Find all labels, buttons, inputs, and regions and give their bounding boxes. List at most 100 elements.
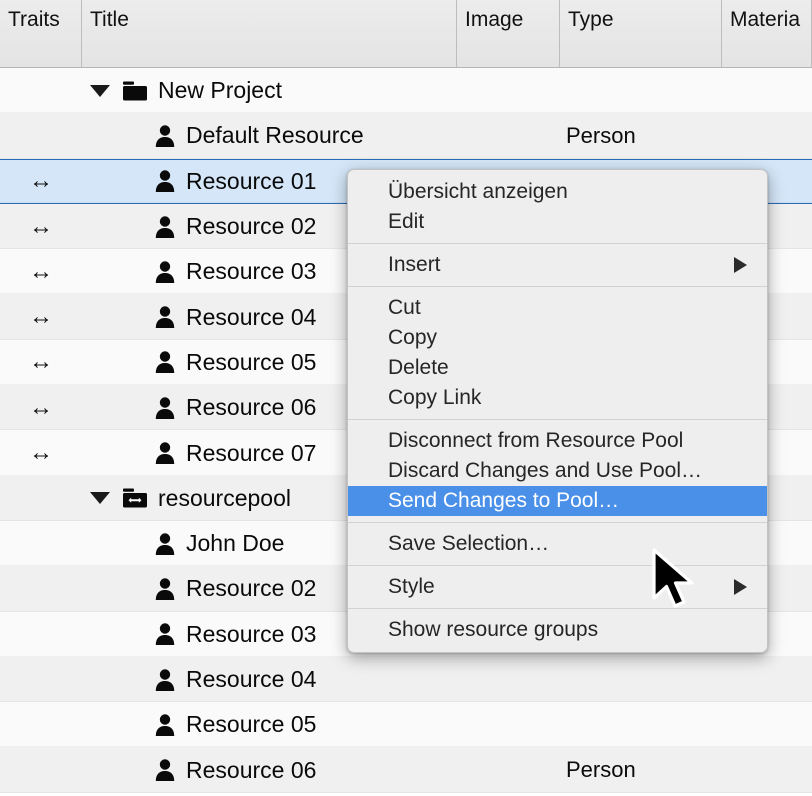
person-icon	[154, 577, 176, 601]
cell-title[interactable]: Resource 06	[82, 747, 529, 792]
horizontal-arrows-icon: ↔	[29, 303, 53, 331]
person-icon	[154, 124, 176, 148]
menu-item[interactable]: Copy	[348, 323, 767, 353]
person-icon	[154, 350, 176, 374]
row-title-label: Resource 07	[186, 439, 317, 466]
column-header-title[interactable]: Title	[82, 0, 457, 67]
menu-item[interactable]: Cut	[348, 293, 767, 323]
column-header-material[interactable]: Materia	[722, 0, 812, 67]
person-icon	[154, 441, 176, 465]
cell-traits	[0, 566, 82, 611]
context-menu[interactable]: Übersicht anzeigen Edit Insert Cut Copy Delet…	[347, 169, 768, 653]
row-title-label: Resource 05	[186, 711, 317, 738]
submenu-chevron-right-icon	[734, 257, 747, 273]
menu-item-label: Save Selection…	[388, 532, 550, 555]
horizontal-arrows-icon: ↔	[29, 393, 53, 421]
menu-item-label: Copy	[388, 326, 438, 349]
cell-traits: ↔	[0, 430, 82, 475]
cell-traits: ↔	[0, 160, 82, 203]
table-row[interactable]: Default Resource Person	[0, 113, 812, 159]
menu-item-label: Edit	[388, 210, 425, 233]
menu-item[interactable]: Save Selection…	[348, 529, 767, 559]
cell-traits	[0, 68, 82, 113]
cell-traits	[0, 476, 82, 521]
cell-type	[560, 702, 722, 747]
cell-title[interactable]: Resource 05	[82, 702, 529, 747]
disclosure-triangle-icon[interactable]	[90, 84, 110, 97]
cell-traits: ↔	[0, 385, 82, 430]
person-icon	[154, 532, 176, 556]
row-title-label: Resource 04	[186, 303, 317, 330]
menu-item[interactable]: Copy Link	[348, 383, 767, 413]
row-title-label: Resource 05	[186, 348, 317, 375]
menu-item[interactable]: Discard Changes and Use Pool…	[348, 456, 767, 486]
row-title-label: Resource 02	[186, 575, 317, 602]
row-title-label: Resource 03	[186, 258, 317, 285]
menu-item[interactable]: Edit	[348, 207, 767, 237]
column-header-traits[interactable]: Traits	[0, 0, 82, 67]
menu-item-label: Style	[388, 575, 435, 598]
horizontal-arrows-icon: ↔	[29, 257, 53, 285]
folder-icon	[122, 79, 148, 103]
menu-item-label: Show resource groups	[388, 618, 599, 641]
person-icon	[154, 758, 176, 782]
menu-item-label: Insert	[388, 253, 441, 276]
table-row[interactable]: New Project	[0, 68, 812, 114]
row-title-label: Resource 02	[186, 213, 317, 240]
row-title-label: Resource 01	[186, 167, 317, 194]
menu-item-label: Übersicht anzeigen	[388, 180, 568, 203]
cell-type	[560, 657, 722, 702]
table-row[interactable]: Resource 04	[0, 656, 812, 703]
horizontal-arrows-icon: ↔	[29, 167, 53, 195]
cell-title[interactable]: Resource 04	[82, 657, 529, 702]
row-divider	[0, 791, 812, 793]
person-icon	[154, 396, 176, 420]
menu-item-label: Copy Link	[388, 386, 482, 409]
cell-traits: ↔	[0, 204, 82, 249]
cell-title[interactable]: New Project	[82, 68, 465, 113]
cell-traits	[0, 612, 82, 657]
menu-item[interactable]: Übersicht anzeigen	[348, 177, 767, 207]
menu-item[interactable]: Disconnect from Resource Pool	[348, 426, 767, 456]
cell-traits	[0, 521, 82, 566]
row-title-label: Default Resource	[186, 122, 364, 149]
table-row[interactable]: Resource 05	[0, 702, 812, 748]
menu-item[interactable]: Insert	[348, 250, 767, 280]
column-header-type[interactable]: Type	[560, 0, 722, 67]
cell-traits: ↔	[0, 294, 82, 339]
menu-item[interactable]: Send Changes to Pool…	[348, 486, 767, 516]
row-title-label: Resource 06	[186, 394, 317, 421]
row-title-label: Resource 03	[186, 620, 317, 647]
column-header-image[interactable]: Image	[457, 0, 560, 67]
menu-separator	[348, 286, 767, 287]
menu-separator	[348, 565, 767, 566]
horizontal-arrows-icon: ↔	[29, 348, 53, 376]
menu-item[interactable]: Style	[348, 572, 767, 602]
person-icon	[154, 169, 176, 193]
cell-traits: ↔	[0, 249, 82, 294]
cell-traits	[0, 747, 82, 792]
disclosure-triangle-icon[interactable]	[90, 492, 110, 505]
menu-separator	[348, 522, 767, 523]
cell-type	[560, 68, 722, 113]
menu-item[interactable]: Delete	[348, 353, 767, 383]
menu-item-label: Delete	[388, 356, 449, 379]
row-title-label: Resource 06	[186, 756, 317, 783]
person-icon	[154, 305, 176, 329]
table-row[interactable]: Resource 06 Person	[0, 747, 812, 793]
menu-separator	[348, 608, 767, 609]
row-title-label: John Doe	[186, 530, 285, 557]
person-icon	[154, 668, 176, 692]
cell-title[interactable]: Default Resource	[82, 113, 529, 158]
table-header: Traits Title Image Type Materia	[0, 0, 812, 68]
horizontal-arrows-icon: ↔	[29, 439, 53, 467]
folder-link-icon	[122, 486, 148, 510]
cell-traits	[0, 702, 82, 747]
horizontal-arrows-icon: ↔	[29, 212, 53, 240]
cell-type: Person	[566, 757, 636, 783]
menu-separator	[348, 419, 767, 420]
submenu-chevron-right-icon	[734, 579, 747, 595]
person-icon	[154, 713, 176, 737]
cell-type: Person	[566, 122, 636, 148]
menu-item[interactable]: Show resource groups	[348, 615, 767, 645]
